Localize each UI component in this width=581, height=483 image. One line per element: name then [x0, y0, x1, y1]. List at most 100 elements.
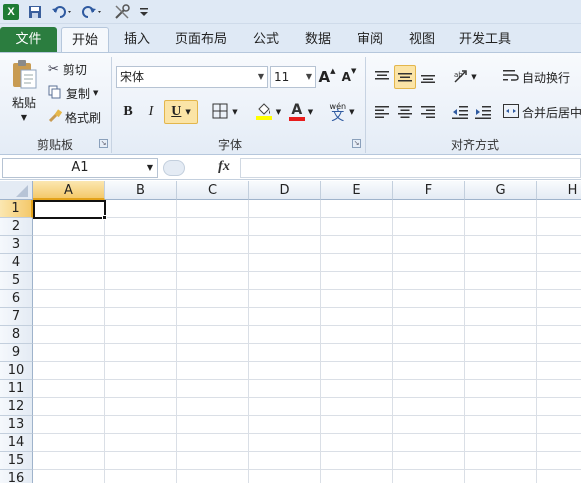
row-header-10[interactable]: 10: [0, 362, 33, 380]
font-color-button[interactable]: A ▼: [286, 100, 316, 124]
row-header-12[interactable]: 12: [0, 398, 33, 416]
font-size-combo[interactable]: 11 ▼: [270, 66, 316, 88]
paste-icon[interactable]: [6, 57, 42, 91]
excel-app-icon[interactable]: X: [2, 3, 20, 21]
row-header-1[interactable]: 1: [0, 200, 33, 218]
cut-button[interactable]: ✂ 剪切: [48, 60, 98, 78]
row-gridline: [33, 451, 581, 452]
align-bottom-icon[interactable]: [419, 67, 437, 87]
row-header-13[interactable]: 13: [0, 416, 33, 434]
column-header-b[interactable]: B: [105, 181, 177, 200]
save-icon[interactable]: [26, 3, 44, 21]
copy-button[interactable]: 复制 ▼: [48, 84, 106, 102]
tab-developer[interactable]: 开发工具: [456, 27, 514, 52]
row-gridline: [33, 343, 581, 344]
tab-review[interactable]: 审阅: [350, 27, 390, 52]
wrap-text-icon: [503, 69, 519, 86]
font-color-icon: A: [288, 103, 305, 121]
font-launcher-icon[interactable]: ↘: [352, 139, 361, 148]
row-header-6[interactable]: 6: [0, 290, 33, 308]
undo-icon[interactable]: [50, 3, 74, 21]
tools-icon[interactable]: [112, 3, 134, 21]
increase-indent-icon[interactable]: [474, 102, 492, 122]
italic-button[interactable]: I: [142, 102, 160, 122]
column-header-h[interactable]: H: [537, 181, 581, 200]
align-center-icon[interactable]: [396, 102, 414, 122]
paste-button[interactable]: 粘贴: [8, 93, 40, 111]
row-gridline: [33, 271, 581, 272]
row-gridline: [33, 325, 581, 326]
cut-label: 剪切: [62, 62, 87, 77]
group-divider: [365, 57, 366, 153]
grow-font-icon: A: [318, 68, 331, 86]
align-right-icon[interactable]: [419, 102, 437, 122]
paste-dropdown-arrow[interactable]: ▼: [18, 111, 30, 123]
name-box-value: A1: [71, 160, 89, 175]
orientation-button[interactable]: ab ▼: [450, 66, 480, 88]
phonetic-guide-button[interactable]: wén 文 ▼: [326, 98, 358, 126]
tab-formulas[interactable]: 公式: [246, 27, 286, 52]
select-all-corner[interactable]: [0, 181, 33, 200]
align-middle-icon[interactable]: [394, 65, 416, 89]
copy-icon: [48, 85, 62, 102]
row-header-5[interactable]: 5: [0, 272, 33, 290]
tab-insert[interactable]: 插入: [117, 27, 157, 52]
column-header-f[interactable]: F: [393, 181, 465, 200]
paint-bucket-icon: [255, 101, 273, 124]
alignment-group-label: 对齐方式: [450, 138, 499, 152]
row-header-8[interactable]: 8: [0, 326, 33, 344]
align-top-icon[interactable]: [373, 67, 391, 87]
row-header-15[interactable]: 15: [0, 452, 33, 470]
row-header-2[interactable]: 2: [0, 218, 33, 236]
row-header-7[interactable]: 7: [0, 308, 33, 326]
clipboard-launcher-icon[interactable]: ↘: [99, 139, 108, 148]
column-gridline: [320, 200, 321, 483]
row-gridline: [33, 361, 581, 362]
fill-color-button[interactable]: ▼: [252, 100, 284, 124]
row-header-3[interactable]: 3: [0, 236, 33, 254]
column-header-e[interactable]: E: [321, 181, 393, 200]
insert-function-icon[interactable]: fx: [214, 159, 234, 177]
wrap-text-label: 自动换行: [522, 70, 571, 85]
row-header-4[interactable]: 4: [0, 254, 33, 272]
column-header-g[interactable]: G: [465, 181, 537, 200]
fill-handle[interactable]: [102, 215, 107, 220]
row-gridline: [33, 469, 581, 470]
active-cell-a1[interactable]: [33, 200, 106, 219]
column-header-c[interactable]: C: [177, 181, 249, 200]
merge-center-button[interactable]: 合并后居中: [503, 101, 581, 123]
row-header-14[interactable]: 14: [0, 434, 33, 452]
wrap-text-button[interactable]: 自动换行: [503, 66, 581, 88]
row-header-16[interactable]: 16: [0, 470, 33, 483]
column-header-d[interactable]: D: [249, 181, 321, 200]
tab-home[interactable]: 开始: [61, 27, 109, 52]
name-box[interactable]: A1 ▼: [2, 158, 158, 178]
row-header-11[interactable]: 11: [0, 380, 33, 398]
shrink-font-button[interactable]: A ▼: [340, 67, 358, 87]
redo-icon[interactable]: [80, 3, 104, 21]
font-group-label: 字体: [217, 138, 242, 152]
tab-file[interactable]: 文件: [0, 27, 57, 52]
text-orientation-icon: ab: [453, 68, 469, 87]
align-left-icon[interactable]: [373, 102, 391, 122]
group-divider: [111, 57, 112, 153]
borders-button[interactable]: ▼: [209, 102, 241, 122]
tab-data[interactable]: 数据: [298, 27, 338, 52]
grow-font-button[interactable]: A ▲: [318, 67, 336, 87]
formula-input[interactable]: [240, 158, 581, 178]
column-header-a[interactable]: A: [33, 181, 105, 200]
column-gridline: [536, 200, 537, 483]
row-header-9[interactable]: 9: [0, 344, 33, 362]
font-name-combo[interactable]: 宋体 ▼: [116, 66, 268, 88]
worksheet-grid[interactable]: ABCDEFGH 1 2 3 4 5 6 7 8 9 10 11 12 13 14 15 16: [0, 181, 581, 483]
bold-button[interactable]: B: [119, 102, 137, 122]
customize-qat-icon[interactable]: [138, 3, 150, 21]
tab-view[interactable]: 视图: [402, 27, 442, 52]
tab-page-layout[interactable]: 页面布局: [172, 27, 230, 52]
decrease-indent-icon[interactable]: [451, 102, 469, 122]
formula-bar-splitter[interactable]: [163, 160, 185, 176]
underline-button[interactable]: U ▼: [164, 100, 198, 124]
format-painter-button[interactable]: 格式刷: [48, 108, 108, 126]
merge-center-label: 合并后居中: [522, 105, 581, 120]
column-gridline: [176, 200, 177, 483]
